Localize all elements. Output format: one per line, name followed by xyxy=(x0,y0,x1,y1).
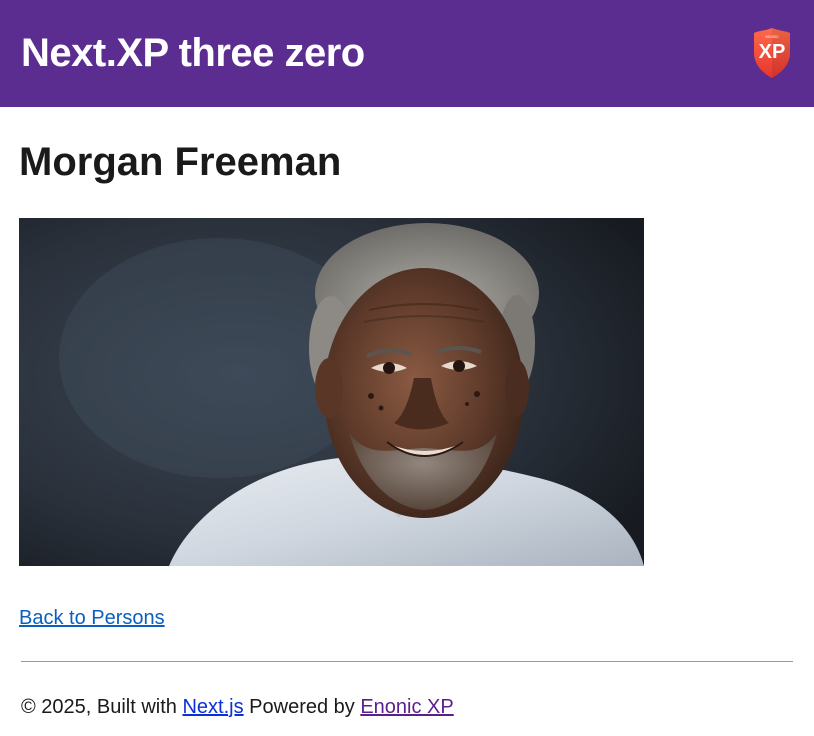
person-photo xyxy=(19,218,644,566)
logo-text: XP xyxy=(759,41,786,63)
site-title-link[interactable]: Next.XP three zero xyxy=(21,29,365,77)
back-to-persons-link[interactable]: Back to Persons xyxy=(19,605,165,631)
page-title: Morgan Freeman xyxy=(19,140,342,184)
enonic-xp-logo-icon[interactable]: enonic XP xyxy=(752,27,792,79)
logo-small-text: enonic xyxy=(765,34,779,39)
powered-by-text: Powered by xyxy=(243,696,361,718)
nextjs-link[interactable]: Next.js xyxy=(182,696,243,718)
enonic-xp-link[interactable]: Enonic XP xyxy=(360,696,453,718)
site-header: Next.XP three zero enonic XP xyxy=(0,0,814,107)
footer-divider xyxy=(21,661,793,662)
site-footer: © 2025, Built with Next.js Powered by En… xyxy=(21,694,454,720)
copyright-text: © 2025, Built with xyxy=(21,696,183,718)
